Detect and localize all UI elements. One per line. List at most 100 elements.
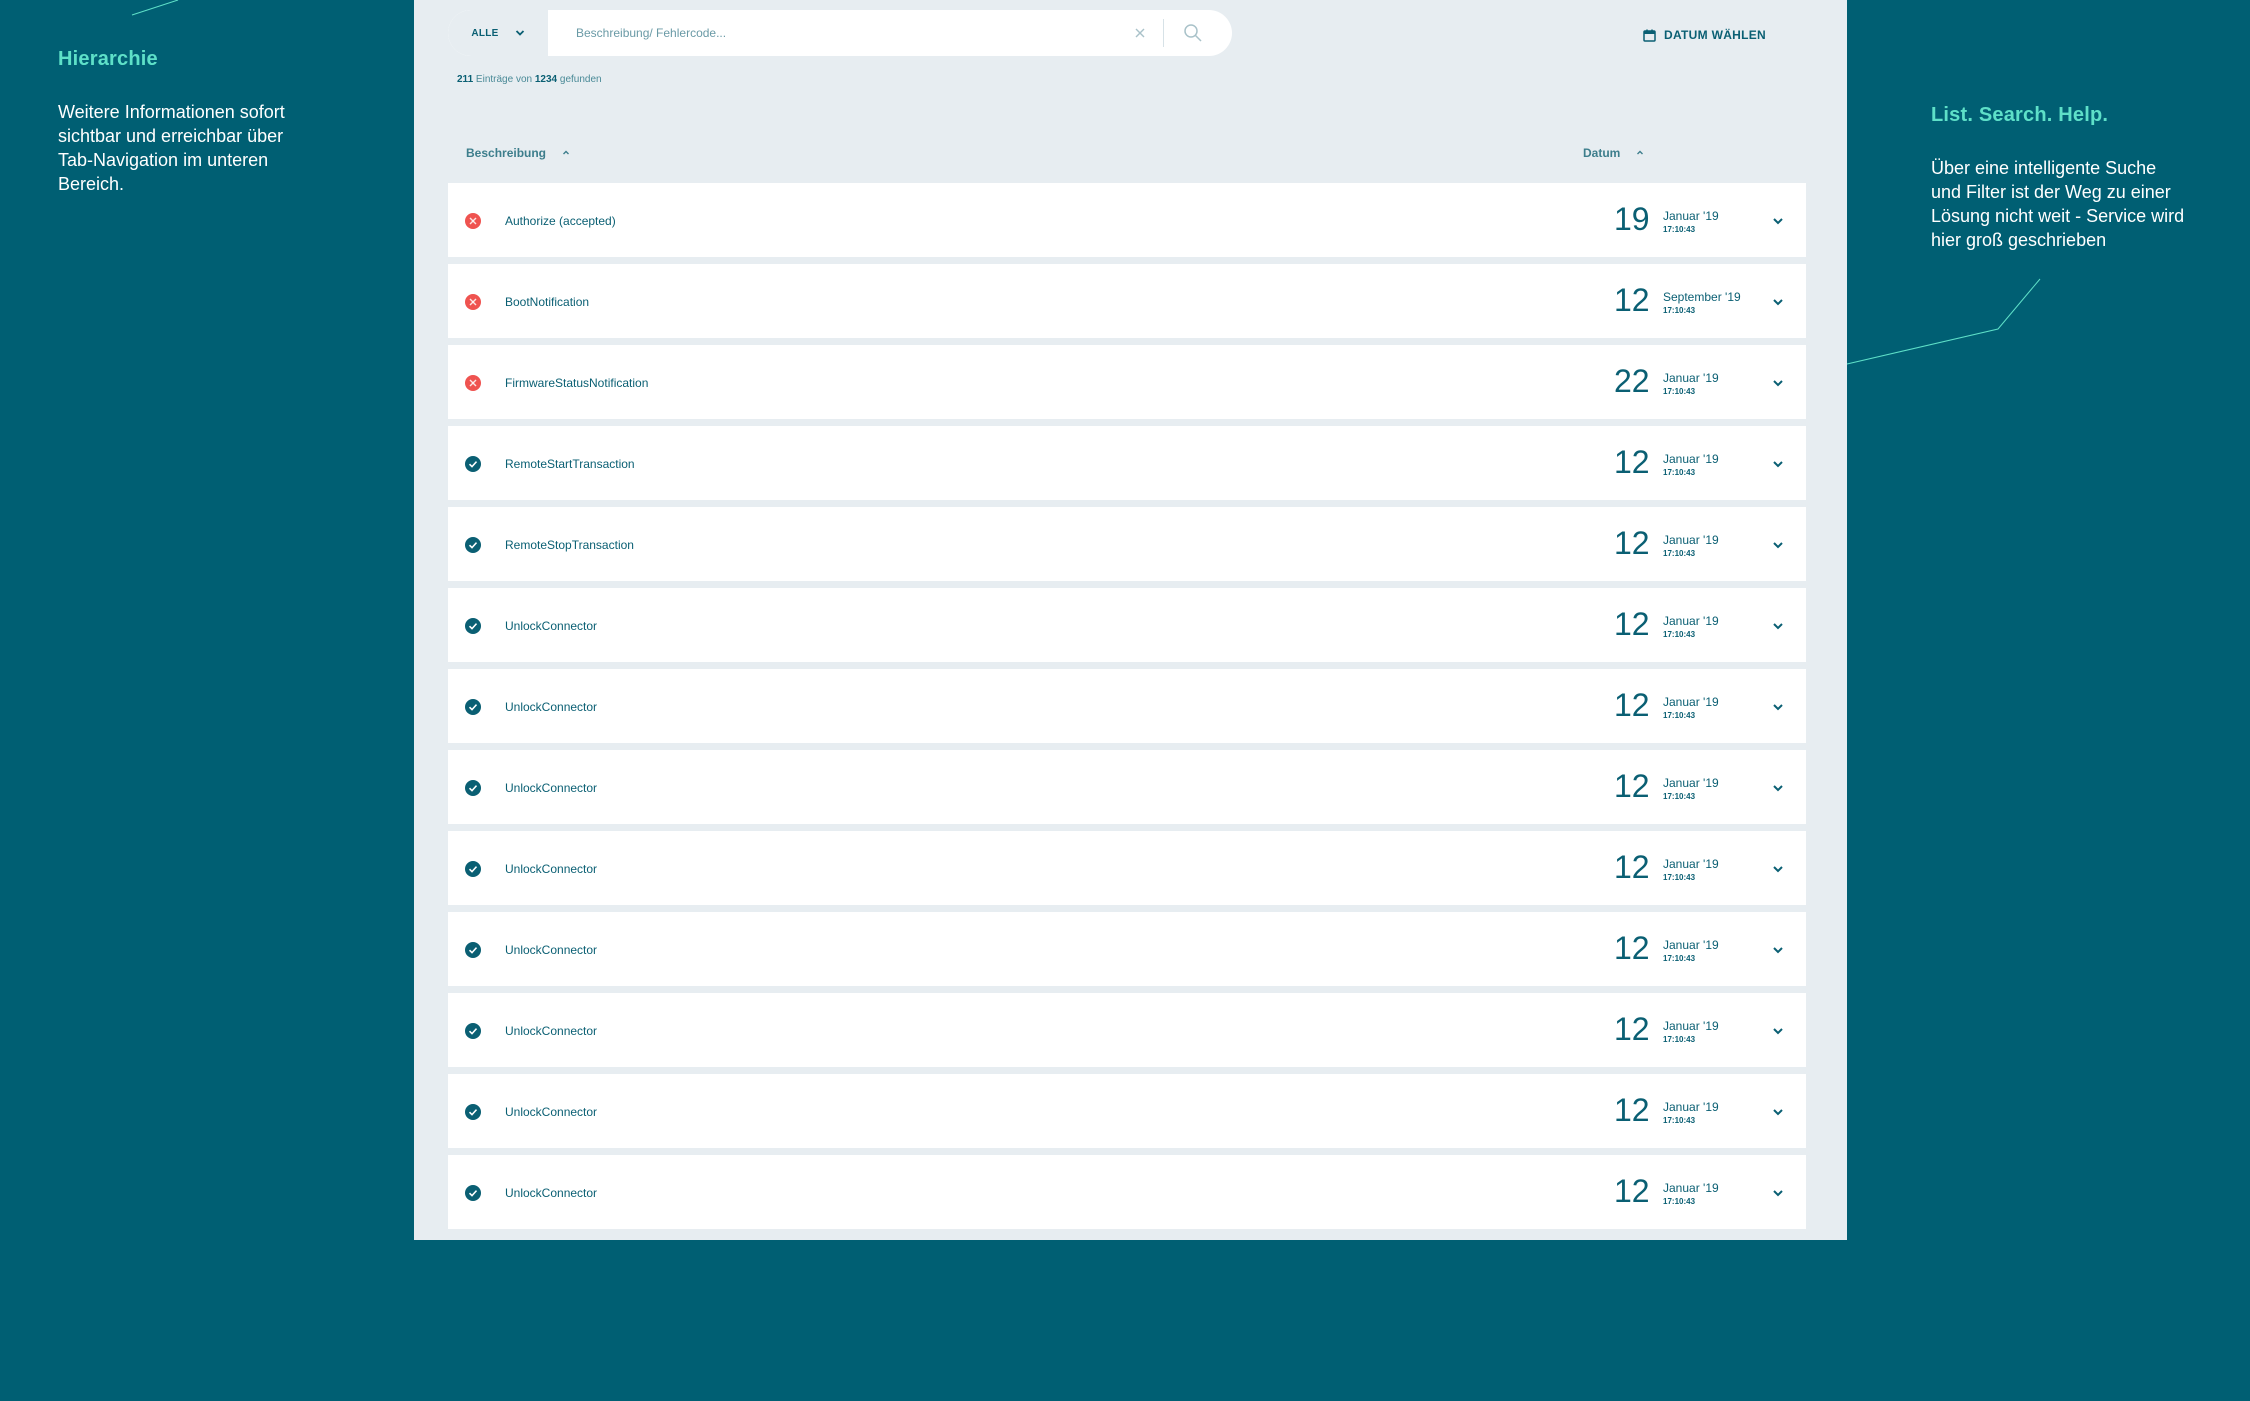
annotation-text-hierarchie: Weitere Informationen sofort sichtbar un… xyxy=(58,102,285,194)
result-count-mid: Einträge von xyxy=(475,74,533,85)
log-row-label: RemoteStopTransaction xyxy=(505,538,634,552)
log-row-month: Januar '19 xyxy=(1663,776,1719,790)
chevron-down-icon[interactable] xyxy=(1770,1185,1786,1201)
log-row-time: 17:10:43 xyxy=(1663,306,1696,315)
sort-icon xyxy=(563,150,570,155)
log-row[interactable]: UnlockConnector 12 Januar '19 17:10:43 xyxy=(448,1155,1806,1229)
log-row-time: 17:10:43 xyxy=(1663,873,1696,882)
check-circle-icon xyxy=(465,699,481,715)
log-row-day: 22 xyxy=(1614,363,1650,399)
column-header-description[interactable]: Beschreibung xyxy=(466,146,570,160)
log-row-day: 12 xyxy=(1614,606,1650,642)
close-icon xyxy=(1135,28,1145,38)
search-input[interactable] xyxy=(548,10,1125,56)
log-row[interactable]: UnlockConnector 12 Januar '19 17:10:43 xyxy=(448,993,1806,1067)
chevron-down-icon[interactable] xyxy=(1770,537,1786,553)
choose-date-button[interactable]: DATUM WÄHLEN xyxy=(1643,28,1766,42)
log-row-time: 17:10:43 xyxy=(1663,387,1696,396)
log-row-day: 12 xyxy=(1614,768,1650,804)
log-row-day: 12 xyxy=(1614,849,1650,885)
log-row-day: 12 xyxy=(1614,1011,1650,1047)
result-count-suffix: gefunden xyxy=(559,74,602,85)
log-row-label: BootNotification xyxy=(505,295,590,309)
chevron-down-icon[interactable] xyxy=(1770,699,1786,715)
log-row-month: Januar '19 xyxy=(1663,695,1719,709)
chevron-down-icon[interactable] xyxy=(1770,375,1786,391)
log-row-time: 17:10:43 xyxy=(1663,549,1696,558)
log-row-month: Januar '19 xyxy=(1663,371,1719,385)
chevron-down-icon[interactable] xyxy=(1770,213,1786,229)
log-row[interactable]: RemoteStartTransaction 12 Januar '19 17:… xyxy=(448,426,1806,500)
chevron-down-icon[interactable] xyxy=(1770,456,1786,472)
check-circle-icon xyxy=(465,456,481,472)
sort-icon xyxy=(1637,150,1644,155)
chevron-down-icon[interactable] xyxy=(1770,294,1786,310)
log-panel: ALLE DATUM WÄHLEN xyxy=(414,0,1847,1240)
log-row[interactable]: RemoteStopTransaction 12 Januar '19 17:1… xyxy=(448,507,1806,581)
log-row[interactable]: Authorize (accepted) 19 Januar '19 17:10… xyxy=(448,183,1806,257)
search-icon xyxy=(1184,24,1202,42)
log-row-time: 17:10:43 xyxy=(1663,954,1696,963)
chevron-down-icon[interactable] xyxy=(1770,942,1786,958)
log-row-time: 17:10:43 xyxy=(1663,1035,1696,1044)
chevron-down-icon[interactable] xyxy=(1770,861,1786,877)
log-row[interactable]: UnlockConnector 12 Januar '19 17:10:43 xyxy=(448,1074,1806,1148)
log-row-day: 12 xyxy=(1614,930,1650,966)
log-row-day: 12 xyxy=(1614,687,1650,723)
check-circle-icon xyxy=(465,861,481,877)
log-row-label: UnlockConnector xyxy=(505,781,598,795)
chevron-down-icon[interactable] xyxy=(1770,618,1786,634)
chevron-down-icon[interactable] xyxy=(1770,1104,1786,1120)
log-row-time: 17:10:43 xyxy=(1663,225,1696,234)
log-row[interactable]: BootNotification 12 September '19 17:10:… xyxy=(448,264,1806,338)
log-row-month: September '19 xyxy=(1663,290,1741,304)
log-row[interactable]: UnlockConnector 12 Januar '19 17:10:43 xyxy=(448,669,1806,743)
search-separator xyxy=(1163,19,1164,47)
chevron-down-icon[interactable] xyxy=(1770,1023,1786,1039)
log-row[interactable]: FirmwareStatusNotification 22 Januar '19… xyxy=(448,345,1806,419)
log-row-month: Januar '19 xyxy=(1663,857,1719,871)
log-row-day: 12 xyxy=(1614,1092,1650,1128)
check-circle-icon xyxy=(465,1023,481,1039)
log-row-label: UnlockConnector xyxy=(505,1186,598,1200)
filter-select[interactable]: ALLE xyxy=(448,10,548,56)
log-row-time: 17:10:43 xyxy=(1663,630,1696,639)
check-circle-icon xyxy=(465,1185,481,1201)
error-x-circle-icon xyxy=(465,213,481,229)
result-count-total: 1234 xyxy=(534,74,558,85)
log-row-month: Januar '19 xyxy=(1663,1100,1719,1114)
log-row-time: 17:10:43 xyxy=(1663,792,1696,801)
log-row[interactable]: UnlockConnector 12 Januar '19 17:10:43 xyxy=(448,831,1806,905)
log-row-day: 12 xyxy=(1614,1173,1650,1209)
log-row-time: 17:10:43 xyxy=(1663,711,1696,720)
log-row-label: UnlockConnector xyxy=(505,862,598,876)
check-circle-icon xyxy=(465,537,481,553)
log-row-day: 12 xyxy=(1614,525,1650,561)
log-row-label: UnlockConnector xyxy=(505,1105,598,1119)
log-row-time: 17:10:43 xyxy=(1663,1116,1696,1125)
log-row-month: Januar '19 xyxy=(1663,209,1719,223)
check-circle-icon xyxy=(465,618,481,634)
log-row[interactable]: UnlockConnector 12 Januar '19 17:10:43 xyxy=(448,912,1806,986)
search-button[interactable] xyxy=(1178,18,1208,48)
search-bar: ALLE xyxy=(448,10,1232,56)
column-header-date[interactable]: Datum xyxy=(1583,146,1644,160)
chevron-down-icon[interactable] xyxy=(1770,780,1786,796)
log-row[interactable]: UnlockConnector 12 Januar '19 17:10:43 xyxy=(448,588,1806,662)
log-row-month: Januar '19 xyxy=(1663,614,1719,628)
clear-search-button[interactable] xyxy=(1125,18,1155,48)
log-row-label: UnlockConnector xyxy=(505,1024,598,1038)
filter-select-label: ALLE xyxy=(471,27,499,39)
log-row-month: Januar '19 xyxy=(1663,533,1719,547)
log-row[interactable]: UnlockConnector 12 Januar '19 17:10:43 xyxy=(448,750,1806,824)
log-row-time: 17:10:43 xyxy=(1663,468,1696,477)
log-row-month: Januar '19 xyxy=(1663,452,1719,466)
result-count-shown: 211 xyxy=(457,74,474,85)
check-circle-icon xyxy=(465,780,481,796)
annotation-title-hierarchie: Hierarchie xyxy=(58,48,158,70)
check-circle-icon xyxy=(465,1104,481,1120)
log-row-label: RemoteStartTransaction xyxy=(505,457,635,471)
column-header-date-label: Datum xyxy=(1583,146,1621,160)
log-row-label: Authorize (accepted) xyxy=(505,214,616,228)
log-row-month: Januar '19 xyxy=(1663,938,1719,952)
